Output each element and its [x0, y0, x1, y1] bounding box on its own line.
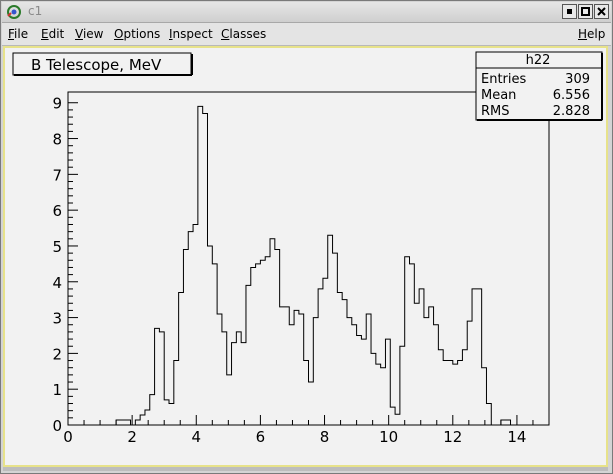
y-tick-label: 5 [52, 238, 62, 256]
y-tick-label: 8 [52, 131, 62, 149]
y-tick-label: 0 [52, 417, 62, 435]
title-bar[interactable]: c1 [2, 2, 611, 23]
x-tick-label: 0 [63, 428, 73, 446]
menu-inspect[interactable]: Inspect [169, 27, 213, 41]
stats-rms-value: 2.828 [553, 104, 590, 119]
menu-edit[interactable]: Edit [41, 27, 64, 41]
status-strip [3, 467, 608, 471]
root-canvas-window: c1 File Edit View Options Inspect Classe… [0, 0, 613, 474]
x-tick-label: 8 [320, 428, 330, 446]
stats-mean-value: 6.556 [553, 88, 590, 103]
x-tick-label: 14 [507, 428, 526, 446]
y-tick-label: 9 [52, 95, 62, 113]
stats-name: h22 [526, 53, 551, 68]
minimize-icon[interactable] [562, 4, 577, 19]
y-tick-label: 3 [52, 310, 62, 328]
x-tick-label: 6 [256, 428, 266, 446]
menu-classes[interactable]: Classes [221, 27, 266, 41]
menu-bar: File Edit View Options Inspect Classes H… [2, 23, 611, 46]
y-tick-label: 7 [52, 166, 62, 184]
menu-help[interactable]: Help [578, 27, 605, 41]
y-tick-label: 1 [52, 381, 62, 399]
histogram-plot[interactable]: 01234567890 2 4 6 8 10 12 14 B Telescope, MeV h… [5, 48, 606, 465]
x-tick-label: 10 [379, 428, 398, 446]
histogram-title: B Telescope, MeV [31, 56, 162, 74]
menu-options[interactable]: Options [114, 27, 160, 41]
stats-mean-label: Mean [481, 88, 516, 103]
window-title: c1 [28, 4, 43, 18]
stats-rms-label: RMS [481, 104, 510, 119]
x-tick-label: 12 [443, 428, 462, 446]
close-icon[interactable] [594, 4, 609, 19]
x-tick-label: 4 [191, 428, 201, 446]
stats-entries-value: 309 [565, 72, 590, 87]
stats-box: h22 Entries 309 Mean 6.556 RMS 2.828 [475, 51, 603, 121]
y-tick-label: 4 [52, 274, 62, 292]
x-tick-label: 2 [127, 428, 137, 446]
root-app-icon [6, 4, 22, 20]
stats-entries-label: Entries [481, 72, 527, 87]
maximize-icon[interactable] [578, 4, 593, 19]
root-canvas[interactable]: 0 1 2 3 4 5 6 7 8 9 0 2 4 6 8 10 12 14 B Telescope, MeV h… [3, 46, 608, 467]
y-tick-label: 2 [52, 345, 62, 363]
menu-file[interactable]: File [8, 27, 28, 41]
menu-view[interactable]: View [75, 27, 103, 41]
histogram-title-box: B Telescope, MeV [12, 52, 193, 76]
y-tick-label: 6 [52, 202, 62, 220]
